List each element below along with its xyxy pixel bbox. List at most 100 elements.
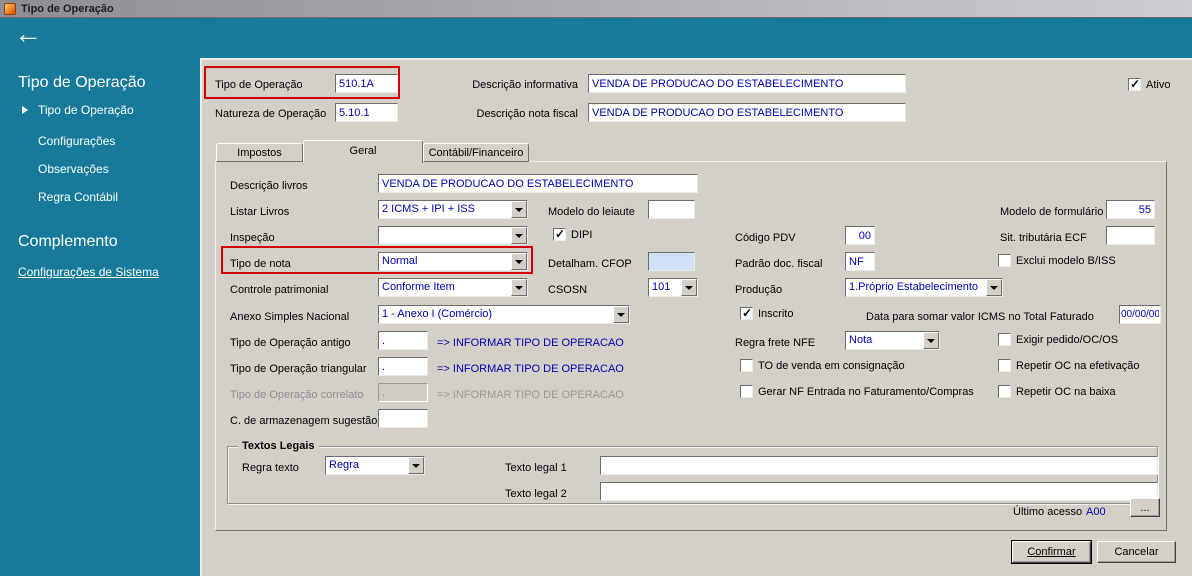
- to-triangular-input[interactable]: [378, 357, 428, 376]
- dropdown-arrow-icon[interactable]: [923, 332, 939, 349]
- textos-legais-title: Textos Legais: [238, 440, 319, 452]
- dropdown-arrow-icon[interactable]: [681, 279, 697, 296]
- ativo-label: Ativo: [1146, 78, 1171, 91]
- dropdown-arrow-icon[interactable]: [408, 457, 424, 474]
- producao-label: Produção: [735, 284, 783, 296]
- repetir-oc-efetivacao-checkbox[interactable]: Repetir OC na efetivação: [998, 359, 1140, 372]
- tab-contabil-financeiro[interactable]: Contábil/Financeiro: [423, 143, 529, 162]
- inscrito-label: Inscrito: [758, 307, 794, 320]
- exigir-pedido-checkbox[interactable]: Exigir pedido/OC/OS: [998, 333, 1118, 346]
- confirmar-button[interactable]: Confirmar: [1012, 541, 1091, 563]
- data-icms-input[interactable]: [1119, 305, 1161, 324]
- listar-livros-select[interactable]: 2 ICMS + IPI + ISS: [378, 200, 528, 219]
- exigir-pedido-label: Exigir pedido/OC/OS: [1016, 333, 1119, 346]
- checkbox-icon: [998, 385, 1011, 398]
- anexo-simples-nacional-select[interactable]: 1 - Anexo I (Comércio): [378, 305, 630, 324]
- controle-patrimonial-value: Conforme Item: [382, 281, 455, 293]
- data-icms-label: Data para somar valor ICMS no Total Fatu…: [866, 311, 1094, 323]
- ultimo-acesso-more-button[interactable]: ...: [1130, 498, 1160, 517]
- inscrito-checkbox[interactable]: Inscrito: [740, 306, 794, 320]
- cancelar-button[interactable]: Cancelar: [1097, 541, 1176, 563]
- regra-texto-label: Regra texto: [242, 462, 299, 474]
- controle-patrimonial-label: Controle patrimonial: [230, 284, 329, 296]
- dropdown-arrow-icon[interactable]: [511, 279, 527, 296]
- dropdown-arrow-icon[interactable]: [511, 227, 527, 244]
- sidebar-item-configuracoes[interactable]: Configurações: [38, 134, 115, 148]
- tipo-de-nota-value: Normal: [382, 255, 418, 267]
- listar-livros-label: Listar Livros: [230, 206, 290, 218]
- checkbox-icon: [998, 333, 1011, 346]
- to-correlato-hint: => INFORMAR TIPO DE OPERACAO: [437, 389, 624, 401]
- descricao-livros-input[interactable]: [378, 174, 698, 193]
- descricao-informativa-input[interactable]: [588, 74, 906, 93]
- descricao-nota-fiscal-input[interactable]: [588, 103, 906, 122]
- sidebar-link-configuracoes-de-sistema[interactable]: Configurações de Sistema: [18, 265, 159, 279]
- tab-impostos[interactable]: Impostos: [216, 143, 303, 162]
- sit-tributaria-ecf-input[interactable]: [1106, 226, 1155, 245]
- exclui-modelo-biss-label: Exclui modelo B/ISS: [1016, 254, 1116, 267]
- controle-patrimonial-select[interactable]: Conforme Item: [378, 278, 528, 297]
- dropdown-arrow-icon[interactable]: [986, 279, 1002, 296]
- modelo-leiaute-label: Modelo do leiaute: [548, 206, 635, 218]
- dropdown-arrow-icon[interactable]: [613, 306, 629, 323]
- gerar-nf-entrada-label: Gerar NF Entrada no Faturamento/Compras: [758, 385, 974, 398]
- repetir-oc-baixa-checkbox[interactable]: Repetir OC na baixa: [998, 385, 1116, 398]
- anexo-simples-nacional-label: Anexo Simples Nacional: [230, 311, 350, 323]
- listar-livros-value: 2 ICMS + IPI + ISS: [382, 203, 475, 215]
- texto-legal-1-label: Texto legal 1: [505, 462, 567, 474]
- texto-legal-2-label: Texto legal 2: [505, 488, 567, 500]
- to-triangular-label: Tipo de Operação triangular: [230, 363, 367, 375]
- modelo-formulario-input[interactable]: [1106, 200, 1155, 219]
- ultimo-acesso-label: Último acesso: [1013, 506, 1083, 518]
- regra-texto-value: Regra: [329, 459, 359, 471]
- ultimo-acesso-value: A00: [1086, 506, 1106, 518]
- sidebar-item-observacoes[interactable]: Observações: [38, 162, 109, 176]
- repetir-oc-baixa-label: Repetir OC na baixa: [1016, 385, 1116, 398]
- natureza-operacao-input[interactable]: [335, 103, 398, 122]
- tab-geral[interactable]: Geral: [303, 140, 423, 163]
- dipi-checkbox[interactable]: DIPI: [553, 227, 593, 241]
- producao-select[interactable]: 1.Próprio Estabelecimento: [845, 278, 1003, 297]
- dropdown-arrow-icon[interactable]: [511, 201, 527, 218]
- tipo-de-nota-select[interactable]: Normal: [378, 252, 528, 271]
- gerar-nf-entrada-checkbox[interactable]: Gerar NF Entrada no Faturamento/Compras: [740, 385, 974, 398]
- regra-texto-select[interactable]: Regra: [325, 456, 425, 475]
- checkbox-checked-icon: [553, 227, 566, 241]
- sidebar-item-tipo-de-operacao[interactable]: Tipo de Operação: [38, 103, 134, 117]
- ativo-checkbox[interactable]: Ativo: [1128, 77, 1171, 91]
- inspecao-label: Inspeção: [230, 232, 275, 244]
- tipo-de-nota-label: Tipo de nota: [230, 258, 291, 270]
- csosn-value: 101: [652, 281, 671, 293]
- checkbox-checked-icon: [1128, 77, 1141, 91]
- natureza-operacao-label: Natureza de Operação: [215, 108, 327, 120]
- sidebar-item-regra-contabil[interactable]: Regra Contábil: [38, 190, 118, 204]
- texto-legal-1-input[interactable]: [600, 456, 1158, 475]
- csosn-select[interactable]: 101: [648, 278, 698, 297]
- sidebar-complement-title: Complemento: [18, 233, 118, 250]
- modelo-leiaute-input[interactable]: [648, 200, 695, 219]
- producao-value: 1.Próprio Estabelecimento: [849, 281, 979, 293]
- texto-legal-2-input[interactable]: [600, 482, 1158, 501]
- tipo-operacao-input[interactable]: [335, 74, 398, 93]
- back-button[interactable]: ←: [14, 20, 42, 48]
- descricao-informativa-label: Descrição informativa: [472, 79, 578, 91]
- titlebar[interactable]: Tipo de Operação: [0, 0, 1192, 18]
- to-consignacao-checkbox[interactable]: TO de venda em consignação: [740, 359, 905, 372]
- detalham-cfop-input[interactable]: [648, 252, 695, 271]
- to-antigo-label: Tipo de Operação antigo: [230, 337, 351, 349]
- dipi-label: DIPI: [571, 228, 593, 241]
- to-antigo-hint: => INFORMAR TIPO DE OPERACAO: [437, 337, 624, 349]
- tipo-operacao-label: Tipo de Operação: [215, 79, 303, 91]
- armazenagem-input[interactable]: [378, 409, 428, 428]
- to-antigo-input[interactable]: [378, 331, 428, 350]
- csosn-label: CSOSN: [548, 284, 588, 296]
- padrao-doc-fiscal-input[interactable]: [845, 252, 875, 271]
- exclui-modelo-biss-checkbox[interactable]: Exclui modelo B/ISS: [998, 254, 1116, 267]
- regra-frete-nfe-select[interactable]: Nota: [845, 331, 940, 350]
- dropdown-arrow-icon[interactable]: [511, 253, 527, 270]
- modelo-formulario-label: Modelo de formulário: [1000, 206, 1104, 218]
- inspecao-select[interactable]: [378, 226, 528, 245]
- padrao-doc-fiscal-label: Padrão doc. fiscal: [735, 258, 823, 270]
- codigo-pdv-input[interactable]: [845, 226, 875, 245]
- armazenagem-label: C. de armazenagem sugestão: [230, 415, 378, 427]
